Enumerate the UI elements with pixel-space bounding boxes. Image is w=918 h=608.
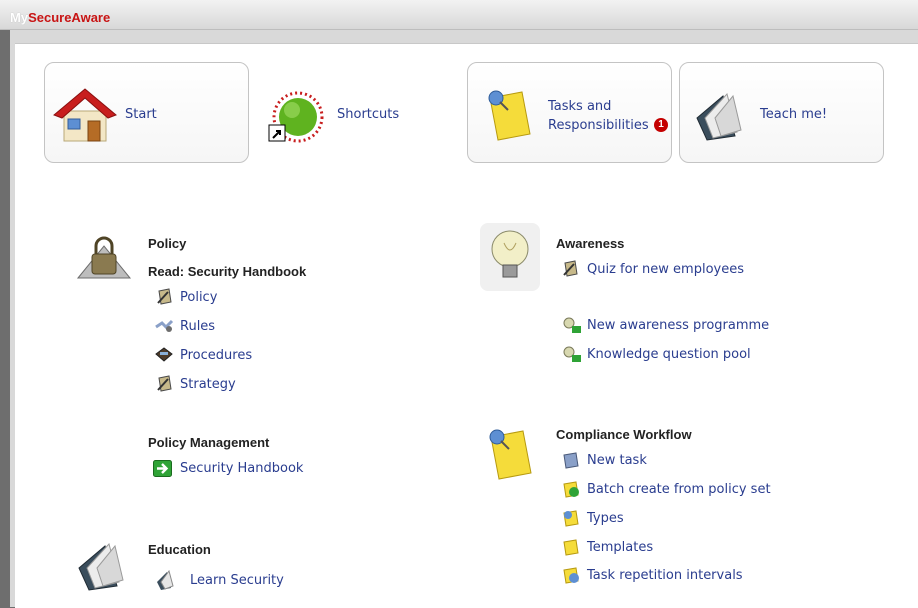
home-icon — [53, 88, 117, 142]
batch-create-icon — [563, 481, 579, 498]
learn-book-icon — [157, 569, 174, 590]
repetition-icon — [563, 567, 579, 584]
awareness-heading: Awareness — [556, 236, 625, 251]
types-link[interactable]: Types — [587, 511, 624, 526]
teach-label[interactable]: Teach me! — [760, 105, 827, 125]
rules-icon — [155, 319, 174, 332]
app-title-prefix: My — [10, 10, 29, 25]
policy-lock-icon — [76, 236, 132, 279]
quiz-icon — [563, 260, 578, 277]
compliance-heading: Compliance Workflow — [556, 427, 692, 442]
security-handbook-link[interactable]: Security Handbook — [180, 461, 303, 476]
education-book-icon — [78, 542, 124, 591]
shortcuts-icon[interactable] — [265, 87, 329, 145]
book-icon — [696, 92, 742, 141]
procedures-link[interactable]: Procedures — [180, 348, 252, 363]
policy-heading: Policy — [148, 236, 187, 251]
knowledge-question-pool-link[interactable]: Knowledge question pool — [587, 347, 751, 362]
templates-icon — [563, 539, 579, 556]
templates-link[interactable]: Templates — [587, 540, 653, 555]
policy-doc-icon — [157, 288, 172, 305]
new-task-link[interactable]: New task — [587, 453, 647, 468]
tasks-count-badge: 1 — [654, 118, 668, 132]
app-title-brand: SecureAware — [28, 10, 111, 25]
title-bar: MySecureAware — [0, 0, 918, 30]
types-icon — [563, 510, 579, 527]
policy-subheading: Read: Security Handbook — [148, 264, 307, 279]
arrow-right-icon — [153, 460, 172, 477]
new-awareness-programme-link[interactable]: New awareness programme — [587, 318, 769, 333]
shortcuts-label[interactable]: Shortcuts — [337, 105, 399, 125]
question-pool-icon — [563, 346, 581, 362]
batch-create-link[interactable]: Batch create from policy set — [587, 482, 771, 497]
procedures-icon — [155, 347, 173, 362]
notepad-pin-icon — [488, 90, 531, 141]
new-task-icon — [563, 452, 579, 469]
education-heading: Education — [148, 542, 211, 557]
quiz-link[interactable]: Quiz for new employees — [587, 262, 744, 277]
strategy-link[interactable]: Strategy — [180, 377, 236, 392]
app-title: MySecureAware — [10, 10, 110, 25]
learn-security-link[interactable]: Learn Security — [190, 573, 284, 588]
compliance-notepad-icon — [489, 429, 532, 480]
programme-icon — [563, 317, 581, 333]
policy-management-heading: Policy Management — [148, 435, 270, 450]
rules-link[interactable]: Rules — [180, 319, 215, 334]
task-repetition-link[interactable]: Task repetition intervals — [587, 568, 743, 583]
lightbulb-icon — [480, 223, 540, 291]
tasks-label-line1[interactable]: Tasks and — [548, 97, 611, 117]
strategy-icon — [157, 375, 172, 392]
start-label[interactable]: Start — [125, 105, 157, 125]
tasks-label-line2[interactable]: Responsibilities — [548, 116, 649, 136]
policy-link[interactable]: Policy — [180, 290, 217, 305]
